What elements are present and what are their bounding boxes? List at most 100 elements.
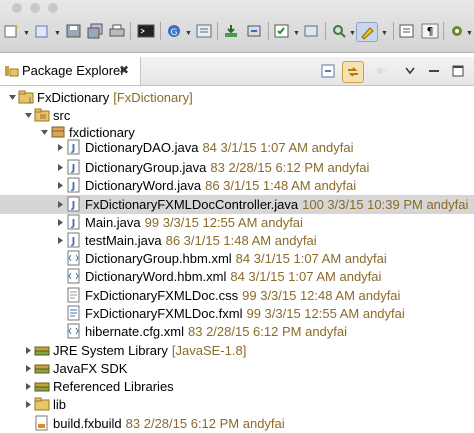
tree-row[interactable]: JRE System Library [JavaSE-1.8] [0, 341, 474, 360]
zoom-window-button[interactable] [48, 3, 58, 13]
settings-dropdown-icon[interactable]: ▼ [466, 30, 473, 37]
mark-dropdown-icon[interactable]: ▼ [381, 30, 388, 37]
tree-row-text: FxDictionaryFXMLDocController.java 100 3/… [85, 195, 468, 214]
minimize-window-button[interactable] [30, 3, 40, 13]
svg-text:J: J [71, 218, 76, 229]
maximize-view-button[interactable] [448, 61, 468, 81]
tree-row[interactable]: lib [0, 395, 474, 414]
settings-button[interactable] [447, 22, 467, 40]
tree-item-decoration: 83 2/28/15 6:12 PM andyfai [188, 324, 348, 339]
export-button[interactable] [244, 22, 264, 40]
show-whitespace-button[interactable]: ¶ [420, 22, 440, 40]
tab-package-explorer[interactable]: Package Explorer ✖ [0, 57, 141, 85]
new-wizard-button[interactable] [33, 22, 53, 40]
expanded-arrow-icon[interactable] [24, 111, 33, 120]
tree-item-label: DictionaryDAO.java [85, 140, 199, 155]
tree-item-decoration: 100 3/3/15 10:39 PM andyfai [302, 197, 469, 212]
print-button[interactable] [107, 22, 127, 40]
pilcrow-icon: ¶ [421, 23, 439, 39]
svg-text:J: J [71, 200, 76, 211]
run-external-button[interactable]: G [164, 22, 184, 40]
tree-item-decoration: 84 3/1/15 1:07 AM andyfai [230, 269, 382, 284]
collapsed-arrow-icon[interactable] [56, 200, 65, 209]
java-file-icon: J [67, 214, 80, 230]
mark-occurrences-button[interactable] [356, 22, 378, 42]
svg-text:J: J [71, 143, 76, 154]
tree-row-text: DictionaryWord.java 86 3/1/15 1:48 AM and… [85, 176, 356, 195]
collapse-all-button[interactable] [318, 61, 338, 81]
xml-file-icon [67, 268, 80, 284]
tree-row[interactable]: FxDictionaryFXMLDoc.css 99 3/3/15 12:48 A… [0, 286, 474, 305]
tree-row[interactable]: J DictionaryWord.java 86 3/1/15 1:48 AM an… [0, 176, 474, 195]
collapsed-arrow-icon[interactable] [24, 400, 33, 409]
download-button[interactable] [221, 22, 241, 40]
expanded-arrow-icon[interactable] [8, 93, 17, 102]
tree-row[interactable]: JavaFX SDK [0, 359, 474, 378]
tree-item-label: FxDictionaryFXMLDocController.java [85, 197, 299, 212]
tree-row[interactable]: J Main.java 99 3/3/15 12:55 AM andyfai [0, 213, 474, 232]
new-button[interactable] [2, 22, 22, 40]
tree-row[interactable]: J DictionaryGroup.java 83 2/28/15 6:12 PM … [0, 158, 474, 177]
search-button[interactable] [329, 22, 349, 40]
tree-item-decoration: [JavaSE-1.8] [171, 343, 247, 358]
tree-row[interactable]: J FxDictionaryFXMLDocController.java 100 3… [0, 195, 474, 214]
save-all-button[interactable] [86, 22, 106, 40]
tree-item-decoration: [FxDictionary] [113, 90, 193, 105]
close-window-button[interactable] [12, 3, 22, 13]
tree-row-text: Main.java 99 3/3/15 12:55 AM andyfai [85, 213, 303, 232]
svg-text:J: J [71, 163, 76, 174]
view-menu-button[interactable] [400, 61, 420, 81]
toolbar-separator [160, 22, 161, 40]
maximize-icon [452, 65, 464, 77]
collapsed-arrow-icon[interactable] [24, 382, 33, 391]
toolbar-separator [217, 22, 218, 40]
tab-label: Package Explorer [22, 63, 125, 78]
tree-row-text: testMain.java 86 3/1/15 1:48 AM andyfai [85, 231, 317, 250]
save-button[interactable] [64, 22, 84, 40]
minimize-view-button[interactable] [424, 61, 444, 81]
block-selection-button[interactable] [397, 22, 417, 40]
search-dropdown-icon[interactable]: ▼ [349, 30, 356, 37]
open-type-button[interactable] [302, 22, 322, 40]
task-icon [274, 24, 289, 38]
wizard-dropdown-icon[interactable]: ▼ [54, 30, 61, 37]
print-icon [109, 24, 125, 37]
library-icon [34, 346, 50, 356]
tree-row[interactable]: Referenced Libraries [0, 377, 474, 396]
terminal-button[interactable] [136, 22, 156, 40]
collapsed-arrow-icon[interactable] [56, 163, 65, 172]
svg-text:G: G [171, 28, 178, 38]
fxml-file-icon [67, 305, 80, 321]
collapsed-arrow-icon[interactable] [24, 364, 33, 373]
tree-row[interactable]: DictionaryWord.hbm.xml 84 3/1/15 1:07 AM … [0, 267, 474, 286]
block-selection-icon [399, 24, 414, 38]
task-button[interactable] [272, 22, 292, 40]
tree-row[interactable]: J FxDictionary [FxDictionary] [0, 88, 474, 107]
focus-button[interactable] [372, 61, 392, 81]
minimize-icon [429, 70, 439, 72]
collapsed-arrow-icon[interactable] [24, 346, 33, 355]
new-dropdown-icon[interactable]: ▼ [23, 30, 30, 37]
save-all-icon [87, 23, 103, 39]
run-external-dropdown-icon[interactable]: ▼ [185, 30, 192, 37]
tree-row[interactable]: FxDictionaryFXMLDoc.fxml 99 3/3/15 12:55 … [0, 304, 474, 323]
collapsed-arrow-icon[interactable] [56, 218, 65, 227]
debug-button[interactable] [194, 22, 214, 40]
close-tab-icon[interactable]: ✖ [119, 63, 129, 77]
tree-item-decoration: 84 3/1/15 1:07 AM andyfai [235, 251, 387, 266]
collapsed-arrow-icon[interactable] [56, 181, 65, 190]
tree-item-label: testMain.java [85, 233, 162, 248]
collapsed-arrow-icon[interactable] [56, 143, 65, 152]
tree-row[interactable]: hibernate.cfg.xml 83 2/28/15 6:12 PM andy… [0, 322, 474, 341]
tree-row[interactable]: J DictionaryDAO.java 84 3/1/15 1:07 AM and… [0, 138, 474, 157]
svg-text:J: J [28, 96, 31, 104]
collapsed-arrow-icon[interactable] [56, 236, 65, 245]
expanded-arrow-icon[interactable] [40, 128, 49, 137]
svg-text:¶: ¶ [427, 25, 434, 38]
task-dropdown-icon[interactable]: ▼ [293, 30, 300, 37]
tree-row[interactable]: JtestMain.java 86 3/1/15 1:48 AM andyfai [0, 231, 474, 250]
tree-item-decoration: 99 3/3/15 12:55 AM andyfai [144, 215, 303, 230]
tree-item-label: Main.java [85, 215, 141, 230]
link-with-editor-button[interactable] [342, 61, 364, 83]
tree-row[interactable]: DictionaryGroup.hbm.xml 84 3/1/15 1:07 AM… [0, 249, 474, 268]
